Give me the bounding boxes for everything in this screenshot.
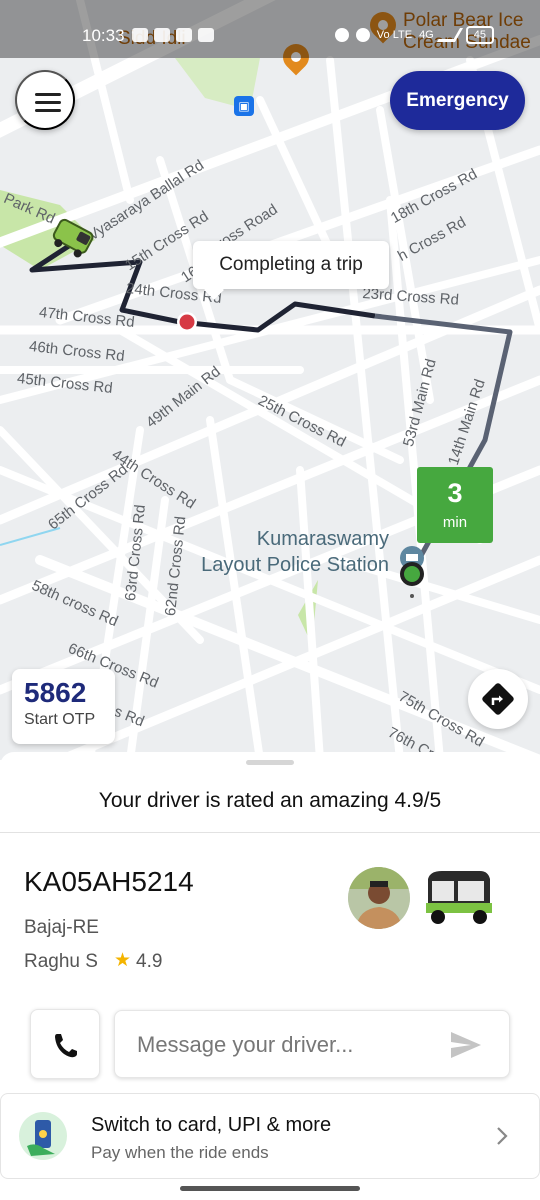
hamburger-menu-icon bbox=[35, 109, 61, 112]
eta-value: 3 bbox=[447, 478, 463, 508]
switch-payment-row[interactable]: Switch to card, UPI & more Pay when the … bbox=[0, 1093, 540, 1179]
message-input[interactable] bbox=[137, 1029, 437, 1061]
send-icon[interactable] bbox=[449, 1029, 483, 1061]
location-icon bbox=[355, 28, 370, 42]
battery-icon: 45 bbox=[465, 26, 494, 44]
auto-rickshaw-image bbox=[418, 865, 496, 929]
chevron-right-icon bbox=[497, 1127, 508, 1145]
volte-badge: Vo LTE bbox=[376, 29, 413, 41]
phone-icon bbox=[55, 1034, 77, 1058]
police-station-label[interactable]: Kumaraswamy Layout Police Station bbox=[193, 526, 389, 578]
signal-icon bbox=[436, 28, 463, 42]
map-view[interactable]: Park Rd Vyasaraya Ballal Rd 15th Cross R… bbox=[0, 0, 540, 760]
hamburger-menu-icon bbox=[35, 101, 61, 104]
police-station-line-1: Kumaraswamy bbox=[256, 528, 389, 550]
driver-name: Raghu S bbox=[24, 951, 98, 972]
driver-rating-banner: Your driver is rated an amazing 4.9/5 bbox=[98, 789, 442, 812]
destination-marker-icon bbox=[400, 546, 424, 598]
auto-rickshaw-marker-icon bbox=[52, 218, 94, 258]
directions-icon bbox=[482, 683, 514, 715]
payment-wallet-icon bbox=[19, 1112, 67, 1160]
otp-code: 5862 bbox=[24, 677, 87, 708]
gesture-nav-bar[interactable] bbox=[180, 1186, 360, 1191]
pickup-point-icon bbox=[177, 312, 197, 332]
driver-rating: 4.9 bbox=[136, 951, 163, 972]
notification-app-icon bbox=[176, 28, 192, 42]
vehicle-number: KA05AH5214 bbox=[24, 866, 194, 897]
eta-badge: 3 min bbox=[417, 467, 493, 543]
auto-rickshaw-icon bbox=[426, 871, 492, 924]
network-type: 4G bbox=[419, 29, 434, 41]
directions-button[interactable] bbox=[468, 669, 528, 729]
divider bbox=[0, 832, 540, 833]
emergency-button[interactable]: Emergency bbox=[390, 71, 525, 130]
telegram-icon bbox=[132, 28, 148, 42]
menu-button[interactable] bbox=[15, 70, 75, 130]
driver-details-sheet[interactable]: Your driver is rated an amazing 4.9/5 KA… bbox=[0, 752, 540, 1200]
star-icon: ★ bbox=[114, 950, 132, 971]
vehicle-model: Bajaj-RE bbox=[24, 917, 99, 938]
message-driver-field[interactable] bbox=[114, 1010, 510, 1078]
start-otp-card: 5862 Start OTP bbox=[12, 669, 115, 744]
police-station-line-2: Layout Police Station bbox=[201, 554, 389, 576]
notification-icons bbox=[132, 28, 214, 42]
eta-unit: min bbox=[442, 514, 468, 531]
grid-app-icon bbox=[154, 28, 170, 42]
status-bar: 10:33 Vo LTE 4G 45 bbox=[0, 0, 540, 58]
driver-photo-icon bbox=[348, 867, 410, 929]
phone-payment-icon bbox=[27, 1120, 55, 1156]
call-driver-button[interactable] bbox=[30, 1009, 100, 1079]
status-right-icons: Vo LTE 4G 45 bbox=[334, 26, 494, 44]
mute-icon bbox=[334, 28, 349, 42]
trip-status-tooltip: Completing a trip bbox=[193, 241, 389, 289]
payment-subtitle: Pay when the ride ends bbox=[91, 1143, 269, 1162]
payment-title: Switch to card, UPI & more bbox=[91, 1114, 332, 1136]
status-time: 10:33 bbox=[82, 26, 125, 45]
sheet-drag-handle[interactable] bbox=[246, 760, 294, 765]
bus-stop-icon[interactable]: ▣ bbox=[234, 96, 254, 116]
youtube-icon bbox=[198, 28, 214, 42]
driver-avatar[interactable] bbox=[348, 867, 410, 929]
hamburger-menu-icon bbox=[35, 93, 61, 96]
otp-label: Start OTP bbox=[24, 711, 96, 728]
